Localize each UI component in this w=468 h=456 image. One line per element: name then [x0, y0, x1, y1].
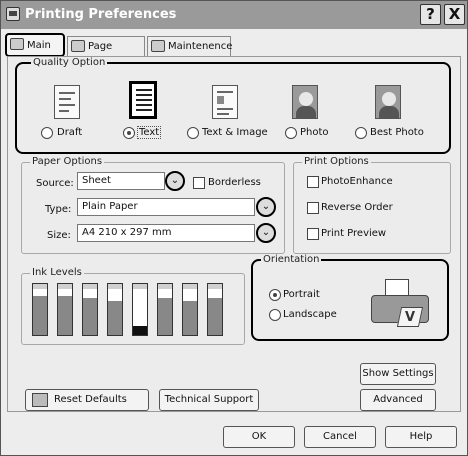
tab-main-label: Main: [27, 40, 51, 51]
quality-option-legend: Quality Option: [31, 57, 108, 68]
landscape-radio[interactable]: [269, 309, 281, 321]
source-dropdown[interactable]: Sheet: [77, 172, 165, 190]
text-label: Text: [137, 126, 162, 139]
orientation-legend: Orientation: [261, 254, 322, 265]
reset-defaults-button[interactable]: Reset Defaults: [25, 389, 149, 411]
ink-cartridge-5: [132, 283, 148, 336]
portrait-label: Portrait: [283, 289, 320, 300]
type-dropdown-arrow[interactable]: ⌄: [256, 197, 276, 217]
text-image-radio[interactable]: [187, 127, 199, 139]
best-photo-quality-icon[interactable]: [375, 85, 401, 119]
technical-support-button[interactable]: Technical Support: [159, 389, 259, 411]
tab-maintenance-label: Maintenence: [168, 41, 233, 52]
photo-enhance-label: PhotoEnhance: [321, 176, 393, 187]
page-layout-tab-icon: [71, 40, 85, 52]
help-button[interactable]: Help: [385, 426, 457, 448]
draft-quality-icon[interactable]: [54, 85, 80, 119]
photo-radio[interactable]: [285, 127, 297, 139]
photo-enhance-checkbox[interactable]: [307, 176, 319, 188]
main-tab-icon: [10, 38, 24, 50]
ink-cartridge-3: [82, 283, 98, 336]
draft-label: Draft: [57, 127, 83, 138]
close-button[interactable]: X: [444, 4, 465, 25]
ink-cartridge-1: [32, 283, 48, 336]
show-settings-button[interactable]: Show Settings: [360, 363, 436, 385]
ink-cartridge-7: [182, 283, 198, 336]
landscape-label: Landscape: [283, 309, 337, 320]
print-preview-checkbox[interactable]: [307, 228, 319, 240]
borderless-checkbox[interactable]: [193, 177, 205, 189]
type-label: Type:: [45, 204, 72, 215]
ink-cartridge-8: [207, 283, 223, 336]
reverse-order-checkbox[interactable]: [307, 202, 319, 214]
ink-cartridge-6: [157, 283, 173, 336]
text-quality-icon[interactable]: [129, 81, 157, 119]
source-dropdown-arrow[interactable]: ⌄: [165, 171, 185, 191]
borderless-label: Borderless: [208, 177, 261, 188]
size-dropdown[interactable]: A4 210 x 297 mm: [77, 224, 255, 242]
portrait-radio[interactable]: [269, 289, 281, 301]
ok-button[interactable]: OK: [223, 426, 295, 448]
tab-main[interactable]: Main: [5, 33, 65, 57]
source-label: Source:: [36, 178, 74, 189]
printing-preferences-window: Printing Preferences ? X Main Page Layou…: [0, 0, 468, 456]
ink-levels-legend: Ink Levels: [30, 267, 84, 278]
photo-label: Photo: [300, 127, 329, 138]
advanced-button[interactable]: Advanced: [360, 389, 436, 411]
photo-quality-icon[interactable]: [292, 85, 318, 119]
size-dropdown-arrow[interactable]: ⌄: [256, 223, 276, 243]
ink-cartridge-4: [107, 283, 123, 336]
size-label: Size:: [47, 230, 71, 241]
tab-page-layout[interactable]: Page Layout: [67, 36, 145, 71]
title-bar: Printing Preferences ? X: [1, 1, 467, 29]
text-image-label: Text & Image: [202, 127, 268, 138]
cancel-button[interactable]: Cancel: [304, 426, 376, 448]
best-photo-label: Best Photo: [370, 127, 424, 138]
type-dropdown[interactable]: Plain Paper: [77, 198, 255, 216]
help-title-button[interactable]: ?: [420, 4, 441, 25]
print-preview-label: Print Preview: [321, 228, 387, 239]
text-radio[interactable]: [123, 127, 135, 139]
print-options-legend: Print Options: [302, 156, 371, 167]
ink-cartridge-2: [57, 283, 73, 336]
reset-defaults-icon: [32, 393, 48, 407]
maintenance-tab-icon: [151, 40, 165, 52]
printer-app-icon: [6, 7, 20, 21]
paper-options-legend: Paper Options: [30, 156, 105, 167]
tab-maintenance[interactable]: Maintenence: [147, 36, 233, 56]
printer-portrait-icon: V: [369, 275, 435, 331]
draft-radio[interactable]: [41, 127, 53, 139]
best-photo-radio[interactable]: [355, 127, 367, 139]
reset-defaults-label: Reset Defaults: [54, 394, 127, 405]
window-title: Printing Preferences: [25, 7, 177, 22]
reverse-order-label: Reverse Order: [321, 202, 393, 213]
text-image-quality-icon[interactable]: [212, 85, 238, 119]
